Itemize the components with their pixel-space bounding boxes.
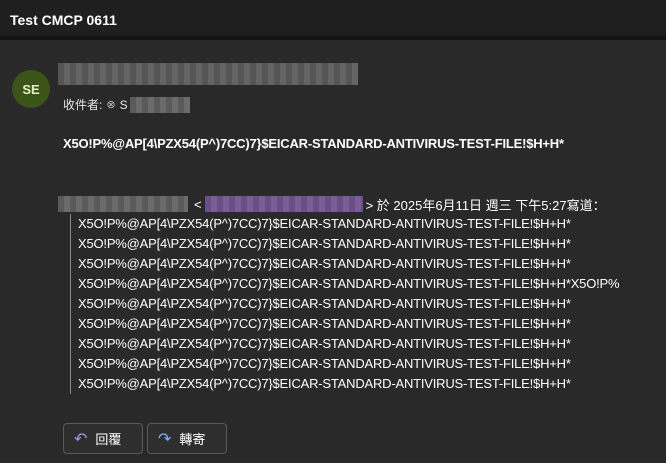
reply-arrow-icon: ↶	[74, 430, 88, 448]
avatar-initials: SE	[22, 81, 40, 97]
recipients-row: 收件者: ⊗ S	[63, 96, 190, 113]
quoted-line: X5O!P%@AP[4\PZX54(P^)7CC)7}$EICAR-STANDA…	[78, 356, 571, 371]
forward-label: 轉寄	[179, 432, 206, 447]
quote-header-date: > 於 2025年6月11日 週三 下午5:27寫道：	[365, 197, 606, 213]
recipients-label: 收件者:	[63, 98, 103, 112]
sender-avatar[interactable]: SE	[12, 70, 50, 108]
quoted-line: X5O!P%@AP[4\PZX54(P^)7CC)7}$EICAR-STANDA…	[78, 336, 571, 351]
reply-label: 回覆	[95, 432, 122, 447]
quoted-line: X5O!P%@AP[4\PZX54(P^)7CC)7}$EICAR-STANDA…	[78, 296, 571, 311]
reply-button[interactable]: ↶ 回覆	[63, 423, 143, 454]
quoted-line: X5O!P%@AP[4\PZX54(P^)7CC)7}$EICAR-STANDA…	[78, 216, 571, 231]
sender-name-redacted[interactable]	[58, 63, 358, 85]
quote-open-bracket: <	[194, 196, 202, 212]
quoted-line: X5O!P%@AP[4\PZX54(P^)7CC)7}$EICAR-STANDA…	[78, 256, 571, 271]
header-bar: Test CMCP 0611	[0, 0, 666, 40]
quoted-line: X5O!P%@AP[4\PZX54(P^)7CC)7}$EICAR-STANDA…	[78, 236, 571, 251]
forward-button[interactable]: ↷ 轉寄	[147, 423, 227, 454]
recipient-name-redacted[interactable]	[129, 96, 190, 113]
forward-arrow-icon: ↷	[158, 430, 172, 448]
quoted-line: X5O!P%@AP[4\PZX54(P^)7CC)7}$EICAR-STANDA…	[78, 316, 571, 331]
quoted-message: X5O!P%@AP[4\PZX54(P^)7CC)7}$EICAR-STANDA…	[70, 214, 666, 394]
quoted-line: X5O!P%@AP[4\PZX54(P^)7CC)7}$EICAR-STANDA…	[78, 276, 620, 291]
recipient-initial[interactable]: S	[120, 98, 128, 112]
blocked-contact-icon: ⊗	[106, 99, 116, 111]
quoted-sender-name-redacted	[58, 196, 188, 212]
email-subject: Test CMCP 0611	[10, 12, 117, 28]
quoted-line: X5O!P%@AP[4\PZX54(P^)7CC)7}$EICAR-STANDA…	[78, 376, 571, 391]
message-body: X5O!P%@AP[4\PZX54(P^)7CC)7}$EICAR-STANDA…	[63, 136, 564, 151]
quoted-sender-email-redacted[interactable]	[204, 196, 363, 212]
quote-header: < > 於 2025年6月11日 週三 下午5:27寫道：	[58, 195, 606, 213]
